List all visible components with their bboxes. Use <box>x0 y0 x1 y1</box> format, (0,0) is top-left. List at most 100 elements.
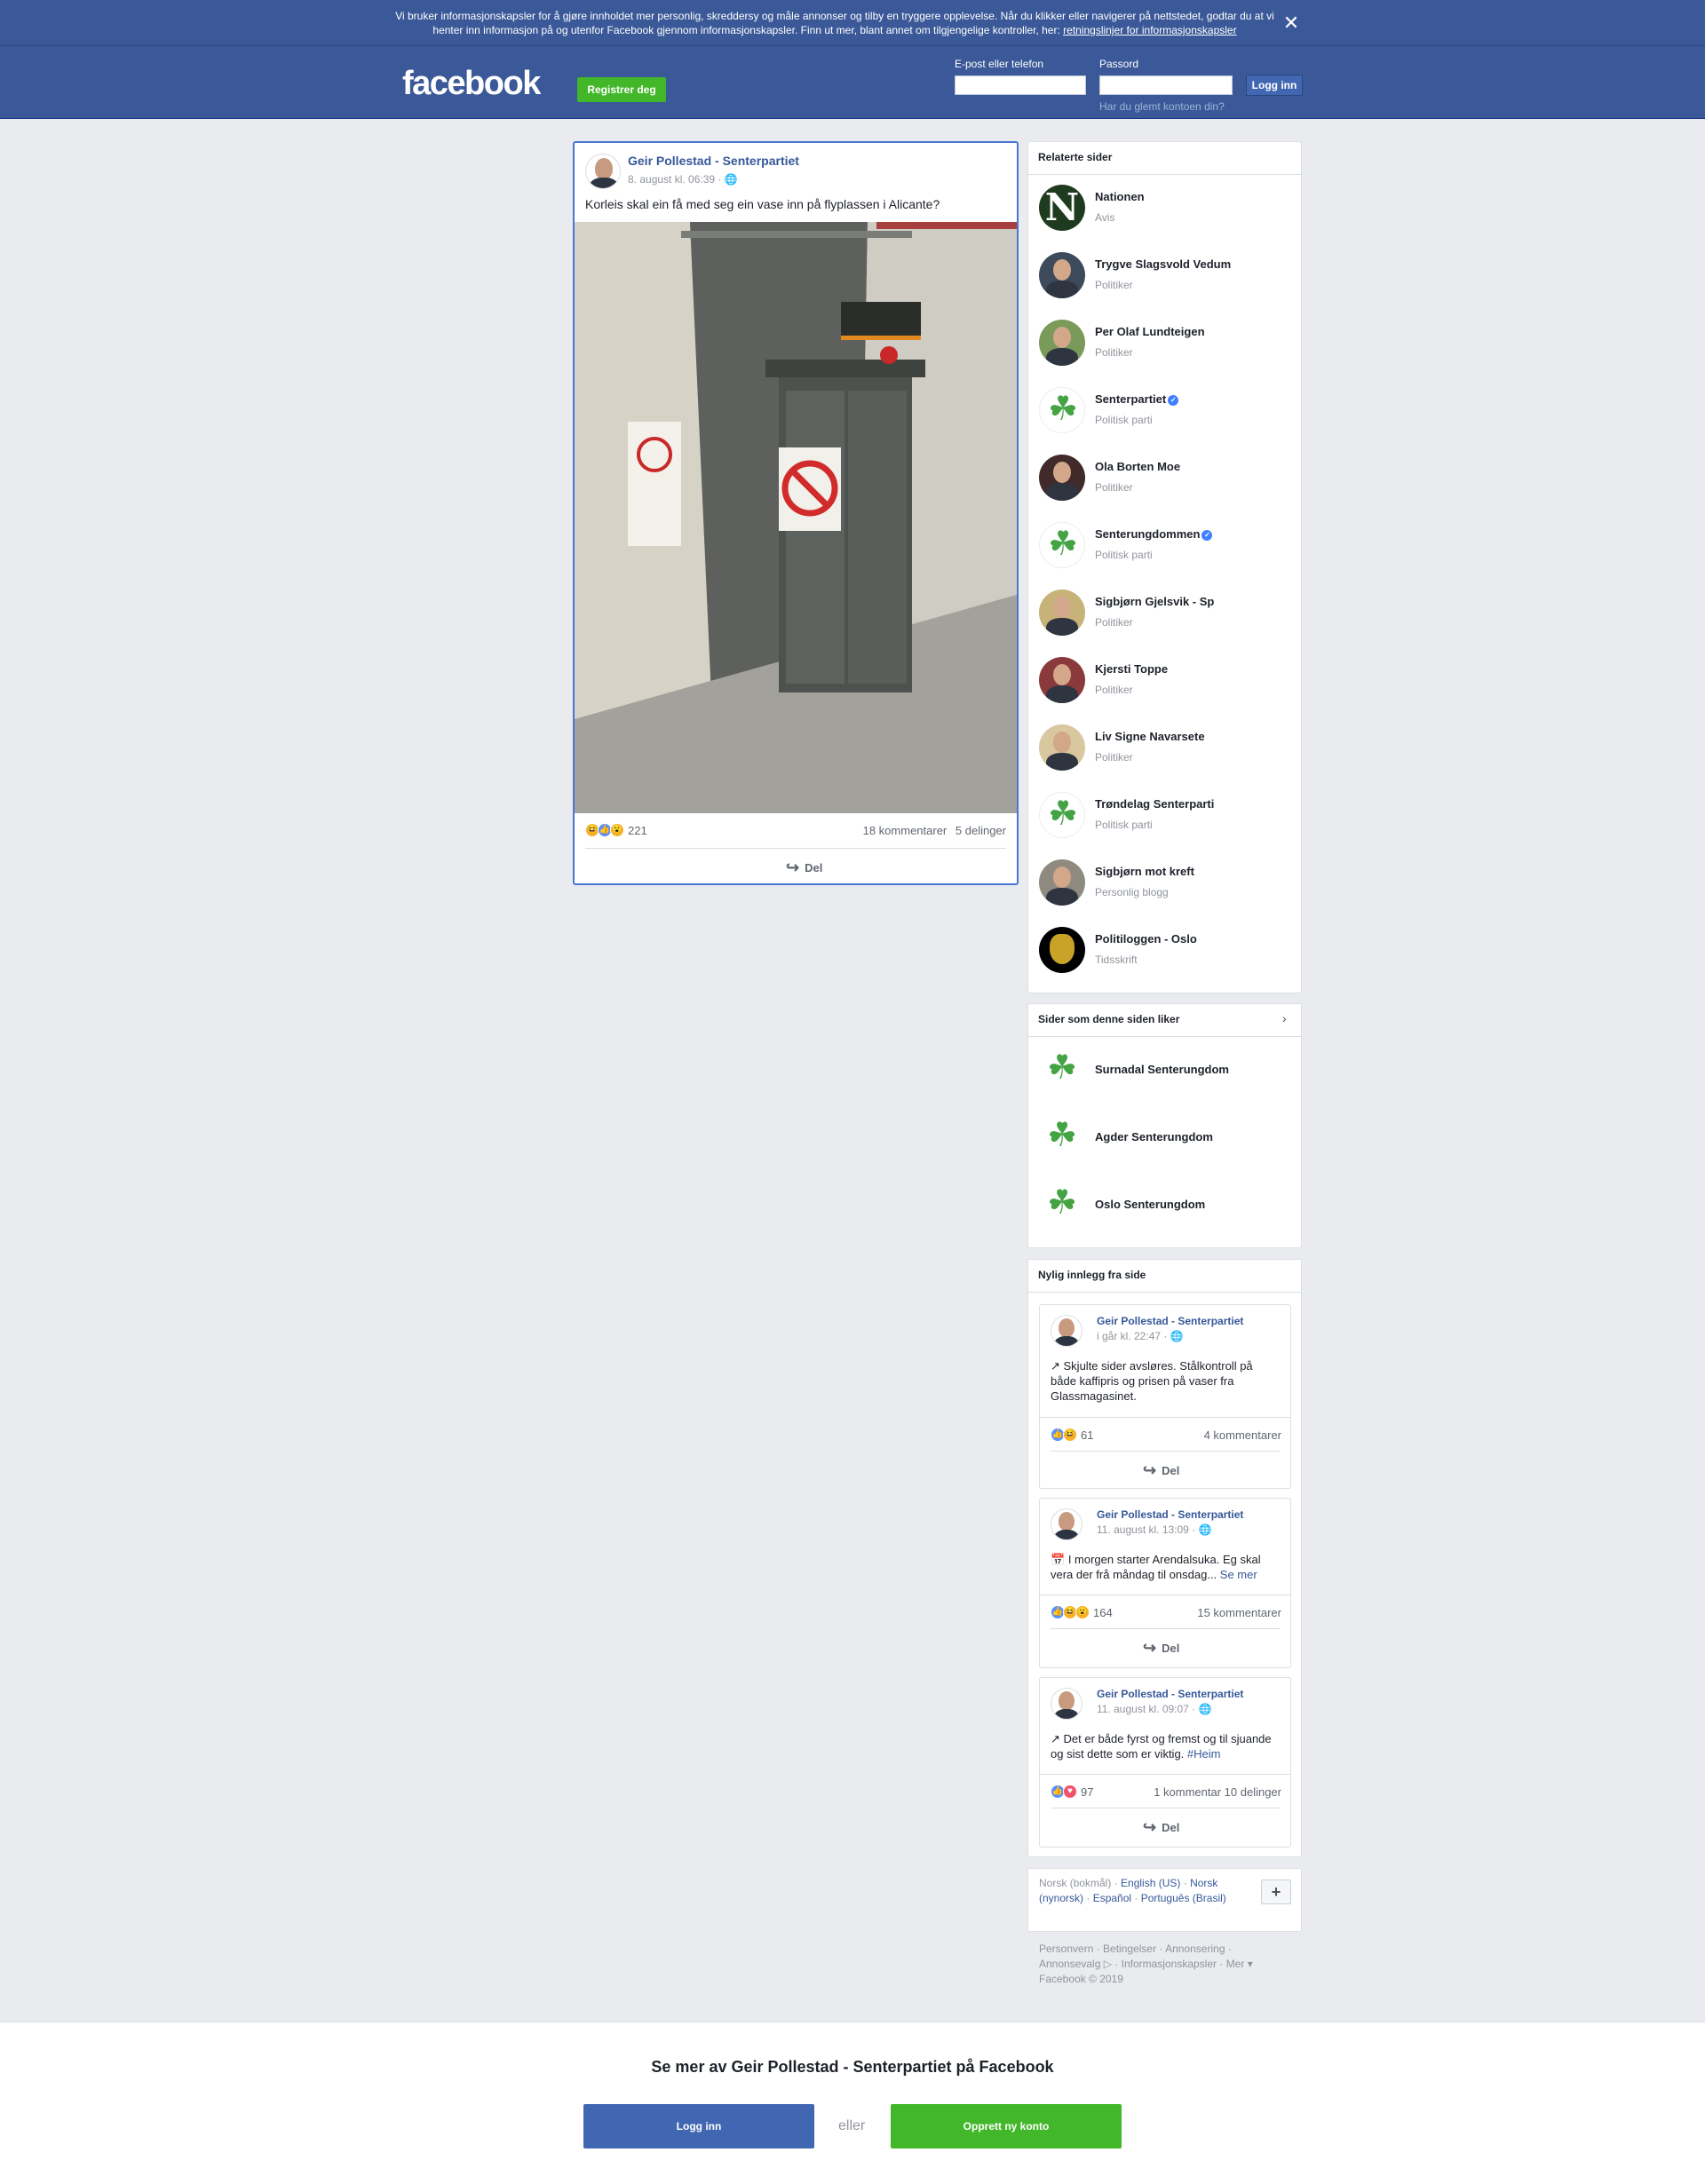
footer-link[interactable]: Annonsering <box>1165 1943 1225 1955</box>
recent-post-author[interactable]: Geir Pollestad - Senterpartiet <box>1097 1315 1243 1327</box>
footer-link[interactable]: Informasjonskapsler <box>1122 1958 1217 1970</box>
author-avatar[interactable] <box>1051 1315 1082 1347</box>
related-page-item[interactable]: Trygve Slagsvold Vedum Politiker <box>1039 252 1288 302</box>
related-page-name[interactable]: Liv Signe Navarsete <box>1095 730 1205 743</box>
liked-pages-title[interactable]: Sider som denne siden liker <box>1038 1013 1179 1025</box>
related-page-item[interactable]: Kjersti Toppe Politiker <box>1039 657 1288 707</box>
reactions-summary[interactable]: 👍 😆 61 <box>1051 1428 1093 1442</box>
page-avatar[interactable]: ☘ <box>1039 387 1085 433</box>
footer-link[interactable]: Annonsevalg <box>1039 1958 1100 1970</box>
footer-link[interactable]: Betingelser <box>1103 1943 1156 1955</box>
reactions-summary[interactable]: 👍 😆 😮 164 <box>1051 1605 1113 1619</box>
share-label: Del <box>1162 1821 1180 1834</box>
liked-page-name[interactable]: Oslo Senterungdom <box>1095 1198 1205 1211</box>
comments-count-link[interactable]: 18 kommentarer <box>863 824 948 837</box>
page-avatar[interactable] <box>1039 590 1085 636</box>
related-page-name[interactable]: Sigbjørn Gjelsvik - Sp <box>1095 595 1214 608</box>
page-avatar[interactable] <box>1039 252 1085 298</box>
related-page-item[interactable]: Politiloggen - Oslo Tidsskrift <box>1039 927 1288 977</box>
author-avatar[interactable] <box>1051 1688 1082 1720</box>
recent-post-stats[interactable]: 4 kommentarer <box>1204 1428 1281 1442</box>
liked-page-name[interactable]: Agder Senterungdom <box>1095 1130 1213 1143</box>
page-avatar[interactable]: ☘ <box>1039 1182 1085 1228</box>
see-more-link[interactable]: Se mer <box>1220 1568 1257 1581</box>
page-avatar[interactable] <box>1039 927 1085 973</box>
share-button[interactable]: ↪ Del <box>1143 1461 1179 1480</box>
page-avatar[interactable] <box>1039 320 1085 366</box>
related-page-name[interactable]: Politiloggen - Oslo <box>1095 932 1197 946</box>
language-link[interactable]: Español <box>1093 1892 1131 1904</box>
forgot-account-link[interactable]: Har du glemt kontoen din? <box>1099 100 1225 113</box>
related-page-name[interactable]: Trygve Slagsvold Vedum <box>1095 257 1231 271</box>
related-page-item[interactable]: Per Olaf Lundteigen Politiker <box>1039 320 1288 369</box>
related-page-name[interactable]: Per Olaf Lundteigen <box>1095 325 1205 338</box>
hashtag-link[interactable]: #Heim <box>1187 1747 1221 1761</box>
share-button[interactable]: ↪ Del <box>1143 1818 1179 1837</box>
page-avatar[interactable] <box>1039 724 1085 771</box>
register-button[interactable]: Registrer deg <box>577 77 666 102</box>
email-field[interactable] <box>955 75 1086 95</box>
chevron-right-icon[interactable]: › <box>1282 1011 1287 1025</box>
recent-post-time[interactable]: i går kl. 22:47 · 🌐 <box>1097 1330 1184 1342</box>
recent-post-time[interactable]: 11. august kl. 13:09 · 🌐 <box>1097 1523 1211 1536</box>
related-page-item[interactable]: N Nationen Avis <box>1039 185 1288 234</box>
reactions-summary[interactable]: 😆 👍 😮 221 <box>585 823 647 837</box>
recent-post-time[interactable]: 11. august kl. 09:07 · 🌐 <box>1097 1703 1211 1715</box>
related-page-item[interactable]: Sigbjørn Gjelsvik - Sp Politiker <box>1039 590 1288 639</box>
post-photo[interactable] <box>575 222 1017 813</box>
page-avatar[interactable]: N <box>1039 185 1085 231</box>
facebook-logo[interactable]: facebook <box>402 65 541 103</box>
related-page-name[interactable]: Ola Borten Moe <box>1095 460 1180 473</box>
login-button[interactable]: Logg inn <box>1246 75 1303 96</box>
more-languages-button[interactable]: + <box>1261 1879 1291 1904</box>
recent-post-author[interactable]: Geir Pollestad - Senterpartiet <box>1097 1508 1243 1521</box>
create-account-button[interactable]: Opprett ny konto <box>891 2104 1122 2148</box>
recent-post-stats[interactable]: 15 kommentarer <box>1197 1606 1281 1619</box>
post-author-link[interactable]: Geir Pollestad - Senterpartiet <box>628 154 799 168</box>
close-icon[interactable]: ✕ <box>1281 13 1301 33</box>
recent-post-1[interactable]: Geir Pollestad - Senterpartiet i går kl.… <box>1039 1304 1291 1489</box>
related-page-item[interactable]: ☘ Trøndelag Senterparti Politisk parti <box>1039 792 1288 842</box>
related-page-item[interactable]: Ola Borten Moe Politiker <box>1039 455 1288 504</box>
share-arrow-icon: ↪ <box>1143 1639 1157 1657</box>
author-avatar[interactable] <box>1051 1508 1082 1540</box>
related-page-name[interactable]: Senterungdommen ✓ <box>1095 527 1213 541</box>
related-page-name[interactable]: Trøndelag Senterparti <box>1095 797 1214 811</box>
liked-page-name[interactable]: Surnadal Senterungdom <box>1095 1063 1229 1076</box>
recent-post-3[interactable]: Geir Pollestad - Senterpartiet 11. augus… <box>1039 1677 1291 1848</box>
related-page-item[interactable]: Sigbjørn mot kreft Personlig blogg <box>1039 859 1288 909</box>
password-field[interactable] <box>1099 75 1233 95</box>
recent-post-stats[interactable]: 1 kommentar 10 delinger <box>1154 1785 1281 1799</box>
recent-post-2[interactable]: Geir Pollestad - Senterpartiet 11. augus… <box>1039 1498 1291 1668</box>
related-page-name[interactable]: Nationen <box>1095 190 1145 203</box>
language-link[interactable]: Português (Brasil) <box>1141 1892 1226 1904</box>
liked-page-item[interactable]: ☘ Agder Senterungdom <box>1039 1114 1288 1164</box>
footer-link[interactable]: Personvern <box>1039 1943 1093 1955</box>
related-page-name[interactable]: Sigbjørn mot kreft <box>1095 865 1194 878</box>
reactions-summary[interactable]: 👍 ♥ 97 <box>1051 1784 1093 1799</box>
page-avatar[interactable]: ☘ <box>1039 1114 1085 1160</box>
related-page-name[interactable]: Kjersti Toppe <box>1095 662 1168 676</box>
author-avatar[interactable] <box>585 154 621 189</box>
page-avatar[interactable]: ☘ <box>1039 522 1085 568</box>
liked-page-item[interactable]: ☘ Oslo Senterungdom <box>1039 1182 1288 1231</box>
liked-page-item[interactable]: ☘ Surnadal Senterungdom <box>1039 1047 1288 1096</box>
share-button[interactable]: ↪ Del <box>1143 1639 1179 1658</box>
page-avatar[interactable]: ☘ <box>1039 1047 1085 1093</box>
shares-count-link[interactable]: 5 delinger <box>956 824 1006 837</box>
page-avatar[interactable]: ☘ <box>1039 792 1085 838</box>
bottom-login-button[interactable]: Logg inn <box>583 2104 814 2148</box>
page-avatar[interactable] <box>1039 455 1085 501</box>
footer-link[interactable]: Mer <box>1226 1958 1245 1970</box>
recent-post-author[interactable]: Geir Pollestad - Senterpartiet <box>1097 1688 1243 1700</box>
post-timestamp[interactable]: 8. august kl. 06:39 · 🌐 <box>628 173 738 186</box>
related-page-item[interactable]: ☘ Senterpartiet ✓ Politisk parti <box>1039 387 1288 437</box>
related-page-item[interactable]: Liv Signe Navarsete Politiker <box>1039 724 1288 774</box>
cookie-policy-link[interactable]: retningslinjer for informasjonskapsler <box>1063 24 1236 36</box>
page-avatar[interactable] <box>1039 859 1085 906</box>
related-page-name[interactable]: Senterpartiet ✓ <box>1095 392 1179 406</box>
related-page-item[interactable]: ☘ Senterungdommen ✓ Politisk parti <box>1039 522 1288 572</box>
share-button[interactable]: ↪ Del <box>786 859 822 877</box>
page-avatar[interactable] <box>1039 657 1085 703</box>
language-link[interactable]: English (US) <box>1121 1877 1180 1889</box>
